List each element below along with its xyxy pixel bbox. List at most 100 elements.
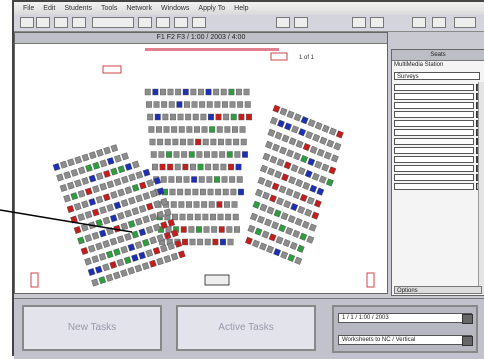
seat[interactable] xyxy=(131,253,139,262)
seat[interactable] xyxy=(244,101,251,108)
seat[interactable] xyxy=(164,138,171,146)
seat[interactable] xyxy=(313,199,322,208)
seat[interactable] xyxy=(150,151,157,158)
panel-dropdown[interactable]: Surveys xyxy=(394,72,480,80)
seat[interactable] xyxy=(254,227,263,236)
seat[interactable] xyxy=(63,194,71,203)
seat[interactable] xyxy=(221,176,228,183)
seat[interactable] xyxy=(247,224,256,233)
seat[interactable] xyxy=(252,200,261,209)
seat[interactable] xyxy=(169,188,176,196)
seat[interactable] xyxy=(77,189,86,198)
info-field-top[interactable]: 1 / 1 / 1:00 / 2003 xyxy=(338,313,472,323)
seat[interactable] xyxy=(59,160,68,169)
seat[interactable] xyxy=(168,101,175,108)
seat[interactable] xyxy=(88,221,96,230)
seat[interactable] xyxy=(117,211,125,220)
seat[interactable] xyxy=(231,126,238,133)
seat[interactable] xyxy=(272,104,281,113)
menu-edit[interactable]: Edit xyxy=(43,5,55,12)
seat[interactable] xyxy=(328,127,337,136)
seat[interactable] xyxy=(271,182,280,191)
seat[interactable] xyxy=(278,224,287,233)
seat[interactable] xyxy=(154,113,161,121)
seat[interactable] xyxy=(95,219,104,227)
panel-row[interactable] xyxy=(394,129,474,136)
seat[interactable] xyxy=(186,126,193,133)
seat[interactable] xyxy=(286,149,294,158)
seat[interactable] xyxy=(81,153,90,162)
seat[interactable] xyxy=(226,151,233,158)
toolbar-button[interactable] xyxy=(370,17,384,28)
toolbar-button[interactable] xyxy=(36,17,50,28)
seat[interactable] xyxy=(66,181,75,190)
seat[interactable] xyxy=(134,241,143,250)
seat[interactable] xyxy=(216,201,223,208)
seat[interactable] xyxy=(281,173,289,182)
seat[interactable] xyxy=(319,136,328,145)
seat[interactable] xyxy=(218,226,225,233)
seat[interactable] xyxy=(300,116,309,125)
seat[interactable] xyxy=(311,172,320,181)
seat[interactable] xyxy=(286,110,295,119)
toolbar-button[interactable] xyxy=(294,17,308,28)
seat[interactable] xyxy=(309,145,318,154)
seat[interactable] xyxy=(326,139,335,148)
seat[interactable] xyxy=(302,142,311,152)
seat[interactable] xyxy=(81,177,90,185)
seat[interactable] xyxy=(235,88,242,96)
seat[interactable] xyxy=(275,236,284,245)
seat[interactable] xyxy=(207,113,214,121)
seat[interactable] xyxy=(276,158,285,167)
seat[interactable] xyxy=(99,159,108,168)
info-toggle-button[interactable] xyxy=(462,314,473,324)
seat[interactable] xyxy=(84,234,93,243)
seat[interactable] xyxy=(94,265,103,274)
seat[interactable] xyxy=(120,269,128,278)
seat[interactable] xyxy=(172,138,179,146)
seat[interactable] xyxy=(142,192,151,200)
seat[interactable] xyxy=(188,226,195,233)
panel-row[interactable] xyxy=(394,102,474,109)
seat[interactable] xyxy=(163,255,172,263)
seat[interactable] xyxy=(113,178,122,187)
seat[interactable] xyxy=(183,176,190,183)
seat[interactable] xyxy=(234,151,241,158)
seat[interactable] xyxy=(196,151,203,158)
seat[interactable] xyxy=(271,221,279,230)
seat[interactable] xyxy=(149,138,156,146)
seat[interactable] xyxy=(268,233,277,242)
panel-row[interactable] xyxy=(394,183,474,190)
seat[interactable] xyxy=(87,244,96,253)
seat[interactable] xyxy=(98,276,107,285)
seat[interactable] xyxy=(113,248,121,257)
seat[interactable] xyxy=(204,238,211,246)
seat[interactable] xyxy=(147,113,154,121)
seating-chart[interactable]: 1 of 1 xyxy=(17,47,385,291)
menu-file[interactable]: File xyxy=(23,5,34,12)
seat[interactable] xyxy=(167,218,176,227)
seat[interactable] xyxy=(225,213,232,221)
seat[interactable] xyxy=(290,164,299,173)
seat[interactable] xyxy=(121,175,129,184)
seat[interactable] xyxy=(333,142,342,151)
seat[interactable] xyxy=(293,152,302,161)
seat[interactable] xyxy=(200,113,207,121)
seat[interactable] xyxy=(92,161,100,170)
seat[interactable] xyxy=(274,170,282,179)
seat[interactable] xyxy=(276,197,284,206)
seat[interactable] xyxy=(223,113,230,121)
seat[interactable] xyxy=(124,232,132,241)
seat[interactable] xyxy=(165,151,172,158)
seat[interactable] xyxy=(290,202,299,212)
seat[interactable] xyxy=(325,178,334,187)
seat[interactable] xyxy=(288,176,297,185)
seat[interactable] xyxy=(228,88,235,96)
seat[interactable] xyxy=(106,180,115,189)
seat[interactable] xyxy=(199,188,206,196)
seat[interactable] xyxy=(314,121,323,130)
seat[interactable] xyxy=(120,222,129,231)
seat[interactable] xyxy=(179,213,186,221)
seat[interactable] xyxy=(195,226,202,233)
seat[interactable] xyxy=(52,163,61,171)
